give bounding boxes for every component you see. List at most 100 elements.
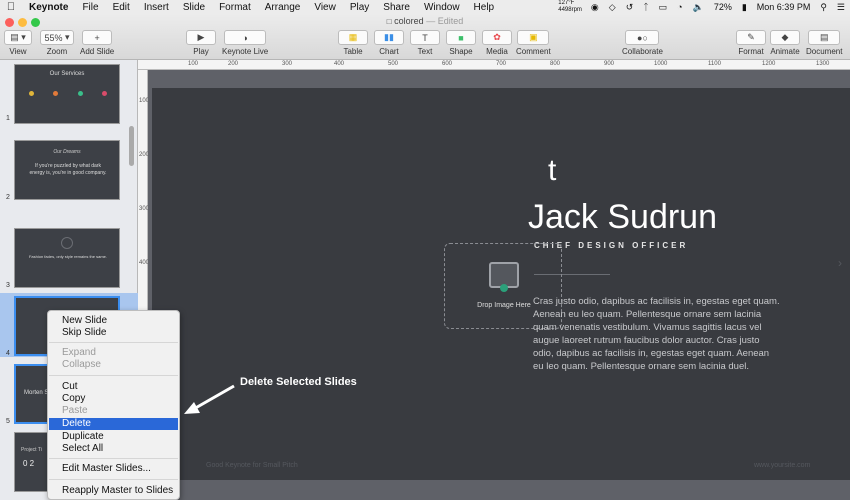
ruler-tick-label: 800 (550, 61, 561, 67)
table-control[interactable]: ▦ Table (338, 30, 368, 56)
menu-item-new-slide[interactable]: New Slide (49, 315, 178, 327)
menu-keynote[interactable]: Keynote (22, 2, 75, 13)
airplay-icon[interactable]: ▭ (654, 2, 673, 13)
plus-icon: + (94, 32, 100, 43)
add-slide-button[interactable]: + (82, 30, 113, 45)
footer-text: Good Keynote for Small Pitch (206, 462, 298, 469)
play-icon: ▶ (197, 32, 205, 42)
shape-control[interactable]: ■ Shape (446, 30, 476, 56)
menu-item-delete[interactable]: Delete (49, 418, 178, 430)
format-button[interactable]: ✎ (736, 30, 766, 45)
battery-percent[interactable]: 72% (709, 2, 737, 12)
document-setup-icon: ▤ (819, 32, 829, 42)
play-label: Play (193, 47, 209, 56)
menu-item-skip-slide[interactable]: Skip Slide (49, 327, 178, 339)
ruler-tick-label: 200 (228, 61, 239, 67)
shape-button[interactable]: ■ (446, 30, 476, 45)
menu-insert[interactable]: Insert (137, 2, 176, 13)
notification-center-icon[interactable]: ☰ (832, 2, 850, 13)
menu-play[interactable]: Play (343, 2, 376, 13)
media-control[interactable]: ✿ Media (482, 30, 512, 56)
slide-canvas[interactable]: t Jack Sudrun CHIEF DESIGN OFFICER Drop … (148, 70, 850, 500)
menu-item-cut[interactable]: Cut (49, 381, 178, 393)
media-button[interactable]: ✿ (482, 30, 512, 45)
chart-button[interactable]: ▮▮ (374, 30, 404, 45)
temperature-readout[interactable]: 127°F 4498rpm (554, 0, 586, 14)
menu-edit[interactable]: Edit (106, 2, 137, 13)
view-label: View (9, 47, 27, 56)
table-label: Table (343, 47, 363, 56)
keynote-live-control[interactable]: ◑ Keynote Live (222, 30, 268, 56)
menu-item-select-all[interactable]: Select All (49, 443, 178, 455)
menu-file[interactable]: File (75, 2, 105, 13)
apple-icon[interactable]:  (0, 1, 22, 13)
menu-item-paste[interactable]: Paste (49, 405, 178, 417)
comment-button[interactable]: ▣ (517, 30, 550, 45)
service-icon (77, 91, 83, 96)
menu-separator (49, 375, 178, 376)
slide-body-text[interactable]: Cras justo odio, dapibus ac facilisis in… (533, 295, 781, 373)
current-slide[interactable]: t Jack Sudrun CHIEF DESIGN OFFICER Drop … (152, 88, 850, 480)
spotlight-search-icon[interactable]: ⚲ (815, 2, 832, 13)
slide-number: 4 (6, 350, 10, 357)
view-control[interactable]: ▤ ▾ View (4, 30, 32, 56)
dropbox-icon[interactable]: ◇ (604, 2, 621, 13)
table-button[interactable]: ▦ (338, 30, 368, 45)
text-icon: T (422, 32, 428, 43)
menu-item-duplicate[interactable]: Duplicate (49, 431, 178, 443)
animate-button[interactable]: ◆ (770, 30, 800, 45)
menu-help[interactable]: Help (467, 2, 502, 13)
document-control[interactable]: ▤ Document (806, 30, 842, 56)
document-button[interactable]: ▤ (808, 30, 841, 45)
menu-window[interactable]: Window (417, 2, 467, 13)
collaborate-control[interactable]: ●○ Collaborate (622, 30, 663, 56)
format-label: Format (738, 47, 764, 56)
slide-number: 1 (6, 115, 10, 122)
slide-thumbnail-1[interactable]: Our Services (14, 64, 120, 124)
text-control[interactable]: T Text (410, 30, 440, 56)
animate-control[interactable]: ◆ Animate (770, 30, 800, 56)
annotation-label: Delete Selected Slides (240, 376, 357, 388)
menu-arrange[interactable]: Arrange (258, 2, 308, 13)
volume-icon[interactable]: 🔈 (688, 2, 709, 13)
stray-text-character[interactable]: t (548, 154, 556, 188)
menu-separator (49, 458, 178, 459)
menu-share[interactable]: Share (376, 2, 417, 13)
slide-thumbnail-2[interactable]: Our Dreams If you're puzzled by what dar… (14, 140, 120, 200)
play-control[interactable]: ▶ Play (186, 30, 216, 56)
battery-icon[interactable]: ▮ (737, 2, 752, 13)
slide-thumbnail-3[interactable]: Fashion fades, only style remains the sa… (14, 228, 120, 288)
menu-item-expand[interactable]: Expand (49, 347, 178, 359)
add-slide-control[interactable]: + Add Slide (80, 30, 114, 56)
menu-item-copy[interactable]: Copy (49, 393, 178, 405)
zoom-control[interactable]: 55% ▾ Zoom (40, 30, 74, 56)
wifi-icon[interactable]: ◔ (672, 2, 687, 12)
play-button[interactable]: ▶ (186, 30, 216, 45)
collaborate-icon: ●○ (637, 32, 648, 43)
text-button[interactable]: T (410, 30, 440, 45)
ruler-tick-label: 700 (496, 61, 507, 67)
animate-label: Animate (770, 47, 800, 56)
menu-slide[interactable]: Slide (176, 2, 212, 13)
bluetooth-icon[interactable]: ᛏ (638, 2, 653, 12)
clock[interactable]: Mon 6:39 PM (752, 2, 816, 12)
menu-format[interactable]: Format (212, 2, 258, 13)
menu-view[interactable]: View (307, 2, 343, 13)
view-button[interactable]: ▤ ▾ (4, 30, 32, 45)
keynote-live-button[interactable]: ◑ (224, 30, 267, 45)
time-machine-icon[interactable]: ↺ (621, 2, 639, 13)
evernote-icon[interactable]: ◉ (586, 2, 604, 13)
person-name[interactable]: Jack Sudrun (528, 198, 717, 237)
chart-control[interactable]: ▮▮ Chart (374, 30, 404, 56)
menu-item-reapply-master[interactable]: Reapply Master to Slides (49, 485, 178, 497)
menu-item-edit-master-slides[interactable]: Edit Master Slides... (49, 463, 178, 475)
format-control[interactable]: ✎ Format (736, 30, 766, 56)
navigator-scrollbar[interactable] (129, 126, 134, 166)
ruler-tick-label: 1000 (654, 61, 668, 67)
ruler-tick-label: 1300 (816, 61, 830, 67)
comment-control[interactable]: ▣ Comment (516, 30, 551, 56)
menu-item-collapse[interactable]: Collapse (49, 359, 178, 371)
collaborate-button[interactable]: ●○ (625, 30, 660, 45)
zoom-select[interactable]: 55% ▾ (40, 30, 74, 45)
menu-bar:  Keynote File Edit Insert Slide Format … (0, 0, 850, 14)
